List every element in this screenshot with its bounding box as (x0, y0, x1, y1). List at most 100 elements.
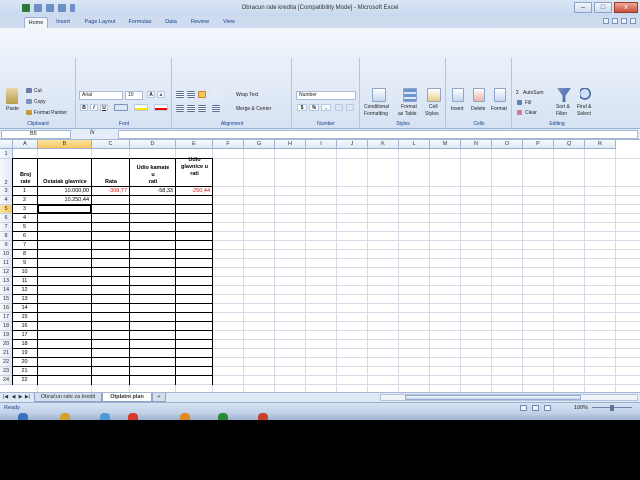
column-header-c[interactable]: C (92, 140, 130, 149)
align-middle-icon[interactable] (187, 91, 195, 98)
format-as-table-icon[interactable] (403, 88, 417, 102)
formula-input[interactable] (118, 130, 638, 139)
insert-cells-icon[interactable] (452, 88, 464, 102)
delete-cells-button[interactable]: Delete (471, 106, 485, 112)
column-header-q[interactable]: Q (554, 140, 585, 149)
conditional-formatting-button[interactable]: Conditional (364, 104, 389, 110)
cell-broj-rate[interactable]: 13 (14, 295, 35, 304)
orientation-icon[interactable] (212, 91, 222, 98)
autosum-button[interactable]: AutoSum (523, 90, 544, 96)
fx-icon[interactable]: fx (90, 130, 95, 136)
normal-view-icon[interactable] (520, 405, 527, 411)
column-header-e[interactable]: E (176, 140, 213, 149)
header-rata[interactable]: Rata (92, 179, 130, 186)
number-format-select[interactable]: Number (296, 91, 356, 100)
first-sheet-icon[interactable]: |◀ (2, 394, 9, 401)
fill-button[interactable]: Fill (525, 100, 531, 106)
format-cells-icon[interactable] (494, 88, 506, 102)
name-box[interactable]: B5 (1, 130, 71, 139)
cell-broj-rate[interactable]: 12 (14, 286, 35, 295)
cell-broj-rate[interactable]: 18 (14, 340, 35, 349)
cell-styles-button[interactable]: Cell (429, 104, 438, 110)
clear-button[interactable]: Clear (525, 110, 537, 116)
cell-ostatak-glavnice[interactable]: 10.000,00 (39, 187, 89, 196)
column-header-r[interactable]: R (585, 140, 616, 149)
explorer-icon[interactable] (60, 413, 70, 420)
header-udio-kamate[interactable]: Udio kamate u rati (130, 165, 176, 186)
delete-cells-icon[interactable] (473, 88, 485, 102)
ie-icon[interactable] (100, 413, 110, 420)
format-as-table-button[interactable]: Format (401, 104, 417, 110)
cell-broj-rate[interactable]: 21 (14, 367, 35, 376)
cell-broj-rate[interactable]: 16 (14, 322, 35, 331)
column-header-b[interactable]: B (38, 140, 92, 149)
excel-taskbar-icon[interactable] (218, 413, 228, 420)
page-layout-view-icon[interactable] (532, 405, 539, 411)
horizontal-scrollbar[interactable] (380, 394, 638, 401)
selected-cell-b5[interactable] (37, 204, 92, 214)
column-header-l[interactable]: L (399, 140, 430, 149)
cell-broj-rate[interactable]: 4 (14, 214, 35, 223)
media-icon[interactable] (128, 413, 138, 420)
tab-review[interactable]: Review (186, 17, 214, 28)
italic-button[interactable]: I (90, 104, 98, 111)
align-center-icon[interactable] (187, 105, 195, 112)
sheet-tab-otplatni-plan[interactable]: Otplatni plan (102, 393, 152, 402)
next-sheet-icon[interactable]: ▶ (17, 394, 24, 401)
cell-broj-rate[interactable]: 5 (14, 223, 35, 232)
format-cells-button[interactable]: Format (491, 106, 507, 112)
cell-broj-rate[interactable]: 2 (14, 196, 35, 205)
column-header-k[interactable]: K (368, 140, 399, 149)
column-header-m[interactable]: M (430, 140, 461, 149)
horizontal-scrollbar-thumb[interactable] (405, 395, 581, 400)
bold-button[interactable]: B (80, 104, 88, 111)
format-painter-button[interactable]: Format Painter (34, 110, 67, 116)
conditional-formatting-icon[interactable] (372, 88, 386, 102)
cut-button[interactable]: Cut (34, 88, 42, 94)
close-button[interactable]: x (614, 2, 638, 13)
tab-data[interactable]: Data (160, 17, 182, 28)
copy-button[interactable]: Copy (34, 99, 46, 105)
column-header-a[interactable]: A (13, 140, 38, 149)
header-ostatak-glavnice[interactable]: Ostatak glavnice (38, 179, 92, 186)
worksheet-grid[interactable]: A B C D E F G H I J K L M N O P Q R 1 2 3 4 5 6 7 8 9 10 11 12 13 14 15 1… (0, 140, 640, 392)
column-header-h[interactable]: H (275, 140, 306, 149)
cell-broj-rate[interactable]: 9 (14, 259, 35, 268)
sort-filter-button[interactable]: Sort & (556, 104, 570, 110)
cell-broj-rate[interactable]: 11 (14, 277, 35, 286)
align-left-icon[interactable] (176, 105, 184, 112)
ribbon-minimize-icon[interactable] (612, 18, 618, 24)
indent-icon[interactable] (212, 105, 220, 112)
start-icon[interactable] (18, 413, 28, 420)
column-header-n[interactable]: N (461, 140, 492, 149)
increase-decimal-icon[interactable] (335, 104, 343, 111)
column-header-p[interactable]: P (523, 140, 554, 149)
cell-rata[interactable]: -308,77 (93, 187, 127, 196)
paste-button[interactable]: Paste (6, 106, 19, 112)
ribbon-restore-icon[interactable] (621, 18, 627, 24)
insert-cells-button[interactable]: Insert (451, 106, 464, 112)
maximize-button[interactable]: □ (594, 2, 612, 13)
cell-broj-rate[interactable]: 19 (14, 349, 35, 358)
app-icon-b[interactable] (258, 413, 268, 420)
column-header-o[interactable]: O (492, 140, 523, 149)
column-header-f[interactable]: F (213, 140, 244, 149)
percent-button[interactable]: % (309, 104, 319, 111)
column-header-j[interactable]: J (337, 140, 368, 149)
align-right-icon[interactable] (198, 105, 206, 112)
insert-sheet-icon[interactable]: + (152, 393, 166, 402)
find-select-icon[interactable] (580, 88, 592, 102)
merge-center-button[interactable]: Merge & Center (236, 106, 271, 112)
cell-broj-rate[interactable]: 7 (14, 241, 35, 250)
column-header-d[interactable]: D (130, 140, 176, 149)
font-size-select[interactable]: 10 (125, 91, 143, 100)
help-icon[interactable] (603, 18, 609, 24)
cell-broj-rate[interactable]: 3 (14, 205, 35, 214)
prev-sheet-icon[interactable]: ◀ (10, 394, 17, 401)
fill-color-icon[interactable] (134, 104, 148, 111)
align-bottom-icon[interactable] (198, 91, 206, 98)
font-color-icon[interactable] (154, 104, 168, 111)
underline-button[interactable]: U (100, 104, 108, 111)
tab-home[interactable]: Home (24, 17, 48, 28)
align-top-icon[interactable] (176, 91, 184, 98)
